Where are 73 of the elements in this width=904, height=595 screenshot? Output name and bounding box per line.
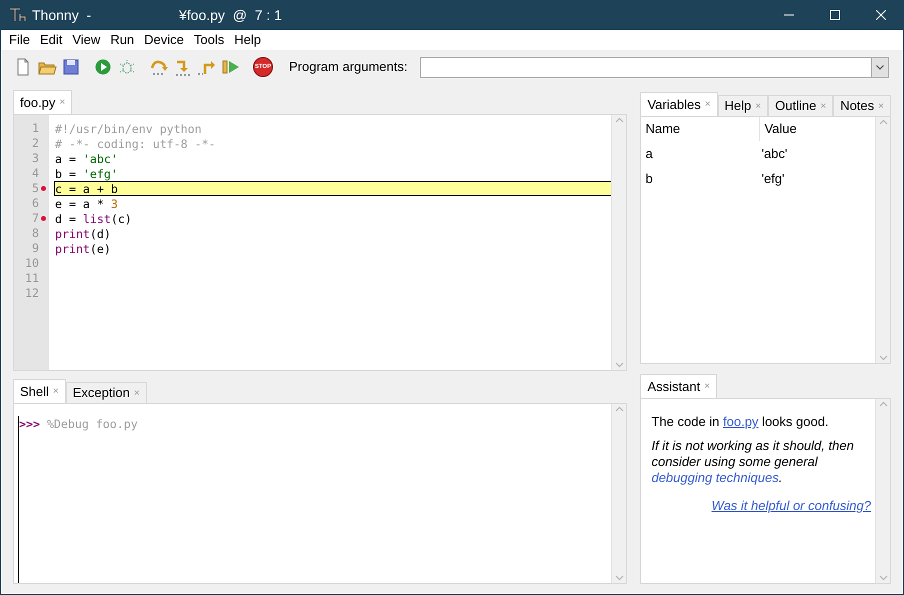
- column-header[interactable]: Value: [760, 117, 875, 141]
- scrollbar[interactable]: [611, 115, 626, 370]
- assistant-message: The code in foo.py looks good.: [651, 414, 830, 430]
- scroll-up-icon: [614, 117, 624, 123]
- table-cell-text: 'efg': [760, 170, 785, 188]
- scroll-up-icon: [878, 401, 888, 407]
- table-cell-text: 'abc': [760, 144, 788, 163]
- scrollbar[interactable]: [875, 117, 890, 363]
- breakpoint-icon[interactable]: [41, 186, 46, 191]
- code-line: e = a * 3: [54, 196, 119, 211]
- scroll-down-icon: [614, 575, 624, 581]
- line-number: 2: [32, 134, 39, 152]
- link[interactable]: foo.py: [723, 414, 758, 429]
- menu-item[interactable]: Help: [229, 30, 266, 50]
- scroll-down-icon: [878, 355, 888, 361]
- window-title: Thonny -: [32, 6, 92, 25]
- panel-tab[interactable]: Shell ×: [13, 379, 66, 403]
- code-line: #!/usr/bin/env python: [54, 121, 203, 136]
- menu-item[interactable]: Device: [139, 30, 189, 50]
- panel-tab[interactable]: Notes ×: [833, 95, 891, 116]
- panel-tab[interactable]: Outline ×: [768, 95, 834, 116]
- shell-console[interactable]: >>> %Debug foo.py: [13, 403, 628, 584]
- scrollbar[interactable]: [875, 399, 890, 583]
- close-icon: [876, 10, 886, 20]
- breakpoint-icon[interactable]: [41, 216, 46, 221]
- shell-command: %Debug foo.py: [46, 416, 138, 433]
- panel-tab[interactable]: Assistant ×: [640, 374, 718, 398]
- dropdown-button[interactable]: [871, 58, 888, 76]
- chevron-down-icon: [876, 64, 884, 70]
- table-cell-text: a: [644, 144, 654, 163]
- line-number: 4: [32, 164, 39, 182]
- line-number: 8: [32, 224, 39, 242]
- panel-tab[interactable]: Exception ×: [66, 382, 147, 403]
- scrollbar[interactable]: [611, 404, 626, 583]
- link[interactable]: debugging techniques: [651, 470, 779, 485]
- save-icon[interactable]: [61, 57, 81, 77]
- code-line: d = list(c): [54, 211, 133, 226]
- line-number: 5: [32, 180, 39, 197]
- line-number: 3: [32, 150, 39, 167]
- code-line: print(d): [54, 226, 112, 241]
- scroll-down-icon: [614, 362, 624, 368]
- code-line: # -*- coding: utf-8 -*-: [54, 136, 217, 151]
- code-line: print(e): [54, 241, 112, 256]
- scroll-up-icon: [614, 406, 624, 412]
- panel-tab[interactable]: foo.py ×: [13, 90, 72, 114]
- column-header[interactable]: Name: [641, 117, 760, 141]
- line-number: 11: [25, 270, 39, 287]
- menu-item[interactable]: Tools: [188, 30, 230, 50]
- menu-item[interactable]: View: [67, 30, 106, 50]
- line-number: 1: [32, 120, 39, 137]
- panel-tab[interactable]: Help ×: [718, 95, 768, 116]
- document-title: ¥foo.py @ 7 : 1: [179, 6, 282, 25]
- menu-item[interactable]: Edit: [34, 30, 68, 50]
- line-number: 10: [25, 254, 39, 272]
- menu-item[interactable]: Run: [105, 30, 140, 50]
- code-editor[interactable]: 1 2 3 4 5 6 7 8 9 10 11 12 #!/usr/bin/env python # -*- coding: utf-8 -*- a = 'abc' b = 'efg' c = a + b e = a * 3 d = list(c) print(d) print(e): [13, 114, 628, 371]
- line-number: 12: [25, 284, 39, 302]
- shell-prompt: >>>: [18, 416, 40, 583]
- code-line: b = 'efg': [54, 166, 119, 181]
- field-label: Program arguments:: [289, 58, 408, 76]
- code-line: a = 'abc': [54, 151, 119, 166]
- assistant-advice: If it is not working as it should, then consider using some general debugging techniques.: [651, 438, 855, 486]
- run-icon[interactable]: [93, 57, 113, 77]
- panel-tab[interactable]: Variables ×: [640, 92, 718, 116]
- line-number: 9: [32, 240, 39, 257]
- scroll-up-icon: [878, 119, 888, 125]
- scroll-down-icon: [878, 575, 888, 581]
- feedback-link[interactable]: Was it helpful or confusing?: [712, 496, 871, 516]
- table-cell-text: b: [644, 170, 654, 188]
- line-number: 7: [32, 210, 39, 227]
- line-number: 6: [32, 194, 39, 212]
- menu-item[interactable]: File: [4, 30, 35, 50]
- maximize-icon: [830, 10, 840, 20]
